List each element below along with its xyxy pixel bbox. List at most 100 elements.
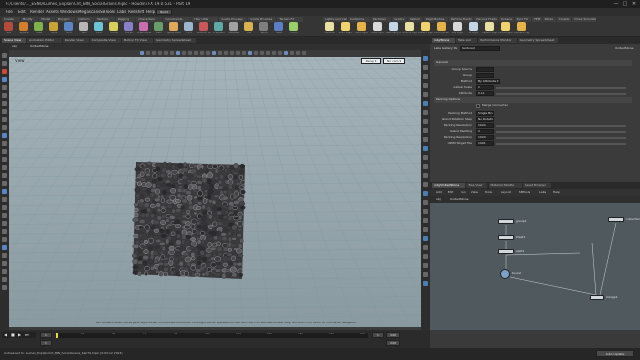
display-tool-icon-18[interactable] [423,218,428,223]
shelf-right-tool-icon-4[interactable] [389,22,398,31]
network-menu-tools[interactable]: Tools [485,191,492,194]
param-field-fields-0[interactable] [476,67,494,72]
network-path-obj[interactable]: obj [436,198,441,201]
network-menu-view[interactable]: View [471,191,478,194]
viewport-tool-icon-18[interactable] [2,197,7,202]
viewport-tool-icon-15[interactable] [2,173,7,178]
param-tab-3[interactable]: Geometry Spreadsheet [517,38,558,43]
display-tool-icon-5[interactable] [423,101,428,106]
viewport-tool-icon-28[interactable] [2,277,7,282]
display-tool-icon-4[interactable] [423,92,428,97]
shelf-right-tool-icon-6[interactable] [421,22,430,31]
network-menu-labs[interactable]: Labs [539,191,546,194]
view-option-icon-18[interactable] [248,51,252,55]
left-tab-5[interactable]: Geometry Spreadsheet [154,38,196,43]
viewport-tool-icon-26[interactable] [2,261,7,266]
network-menu-go[interactable]: Go [461,191,465,194]
menu-edit[interactable]: Edit [18,10,26,14]
view-option-icon-10[interactable] [200,51,204,55]
param-tab-0[interactable]: /obj/Stone [432,38,455,43]
display-tool-icon-24[interactable] [423,272,428,277]
node-split1[interactable] [498,249,514,254]
menu-file[interactable]: File [6,10,13,14]
viewport-tool-icon-19[interactable] [2,205,7,210]
viewport-tool-icon-7[interactable] [2,109,7,114]
view-option-icon-1[interactable] [146,51,150,55]
shelf-right-tab-13[interactable]: Drive Simulation [572,17,597,22]
shelf-tool-icon-7[interactable] [109,22,118,31]
param-slider-fields-3[interactable] [496,87,626,89]
display-tool-icon-8[interactable] [423,128,428,133]
display-tool-icon-9[interactable] [423,137,428,142]
view-option-icon-26[interactable] [296,51,300,55]
view-option-icon-11[interactable] [206,51,210,55]
param-field-fields2-5[interactable]: 1001 [476,141,494,146]
shelf-tool-icon-2[interactable] [34,22,43,31]
network-menu-help[interactable]: Help [553,191,560,194]
viewport-tool-icon-4[interactable] [2,85,7,90]
display-tool-icon-13[interactable] [423,173,428,178]
shelf-right-tab-11[interactable]: Wires [542,17,556,22]
network-tab-0[interactable]: /obj/UnitedStone [432,183,466,188]
left-tab-3[interactable]: Composite View [89,38,121,43]
shelf-tool-icon-9[interactable] [139,22,148,31]
display-tool-icon-23[interactable] [423,263,428,268]
node-group1[interactable] [498,219,514,224]
playhead[interactable] [56,333,58,338]
network-editor[interactable]: group1 blast1 split1 bound merge1 collection [430,203,640,330]
view-option-icon-12[interactable] [212,51,216,55]
display-tool-icon-17[interactable] [423,209,428,214]
menu-sbtools[interactable]: SBTools [100,10,115,14]
view-option-icon-8[interactable] [188,51,192,55]
menu-redshift[interactable]: Redshift [128,10,144,14]
display-tool-icon-16[interactable] [423,200,428,205]
close-button[interactable]: ✕ [630,1,638,7]
shelf-tool-icon-16[interactable] [244,22,253,31]
auto-update-button[interactable]: Auto Update [596,350,634,357]
shelf-tool-icon-19[interactable] [289,22,298,31]
display-tool-icon-20[interactable] [423,236,428,241]
shelf-right-tab-10[interactable]: FEM [532,17,542,22]
network-tab-3[interactable]: Asset Browser [522,183,551,188]
start-frame-field[interactable]: 1 [40,340,52,346]
shelf-tool-icon-4[interactable] [64,22,73,31]
view-option-icon-14[interactable] [224,51,228,55]
skip-end-icon[interactable]: ⏭ [25,333,29,337]
menu-windows[interactable]: Windows [60,10,78,14]
cam-menu[interactable]: No cam ▾ [383,58,405,64]
menu-help[interactable]: Help [146,10,155,14]
path-node[interactable]: UnitedStone [30,45,49,48]
view-option-icon-24[interactable] [284,51,288,55]
section-packing[interactable]: Packing Options [434,97,632,103]
view-option-icon-23[interactable] [278,51,282,55]
viewport-tool-icon-25[interactable] [2,253,7,258]
view-option-icon-20[interactable] [260,51,264,55]
viewport-tool-icon-8[interactable] [2,117,7,122]
playback-controls[interactable]: ◀ ■ ▶ ⏭ [2,332,36,338]
shelf-tool-icon-8[interactable] [124,22,133,31]
shelf-right-tool-icon-7[interactable] [437,22,446,31]
shelf-right-tool-icon-9[interactable] [469,22,478,31]
viewport-tool-icon-12[interactable] [2,149,7,154]
desktop-selector[interactable]: Build [156,9,172,15]
merge-connected-checkbox[interactable] [476,104,480,108]
viewport-tool-icon-11[interactable] [2,141,7,146]
shelf-right-tool-icon-12[interactable] [517,22,526,31]
network-menu-add[interactable]: Add [436,191,442,194]
view-option-icon-5[interactable] [170,51,174,55]
stop-icon[interactable]: ■ [11,333,15,337]
node-bound[interactable] [500,269,510,279]
viewport-tool-icon-6[interactable] [2,101,7,106]
display-tool-icon-19[interactable] [423,227,428,232]
left-tab-2[interactable]: Render View [62,38,89,43]
menu-assets[interactable]: Assets [46,10,59,14]
viewport[interactable]: View Persp ▾ No cam ▾ [9,57,421,327]
viewport-tool-icon-13[interactable] [2,157,7,162]
display-tool-icon-1[interactable] [423,65,428,70]
viewport-tool-icon-17[interactable] [2,189,7,194]
view-option-icon-21[interactable] [266,51,270,55]
maximize-button[interactable]: □ [621,1,629,7]
path-obj[interactable]: obj [12,45,17,48]
display-tool-icon-6[interactable] [423,110,428,115]
param-field-fields2-0[interactable]: Single Brush Tiles [476,111,494,116]
